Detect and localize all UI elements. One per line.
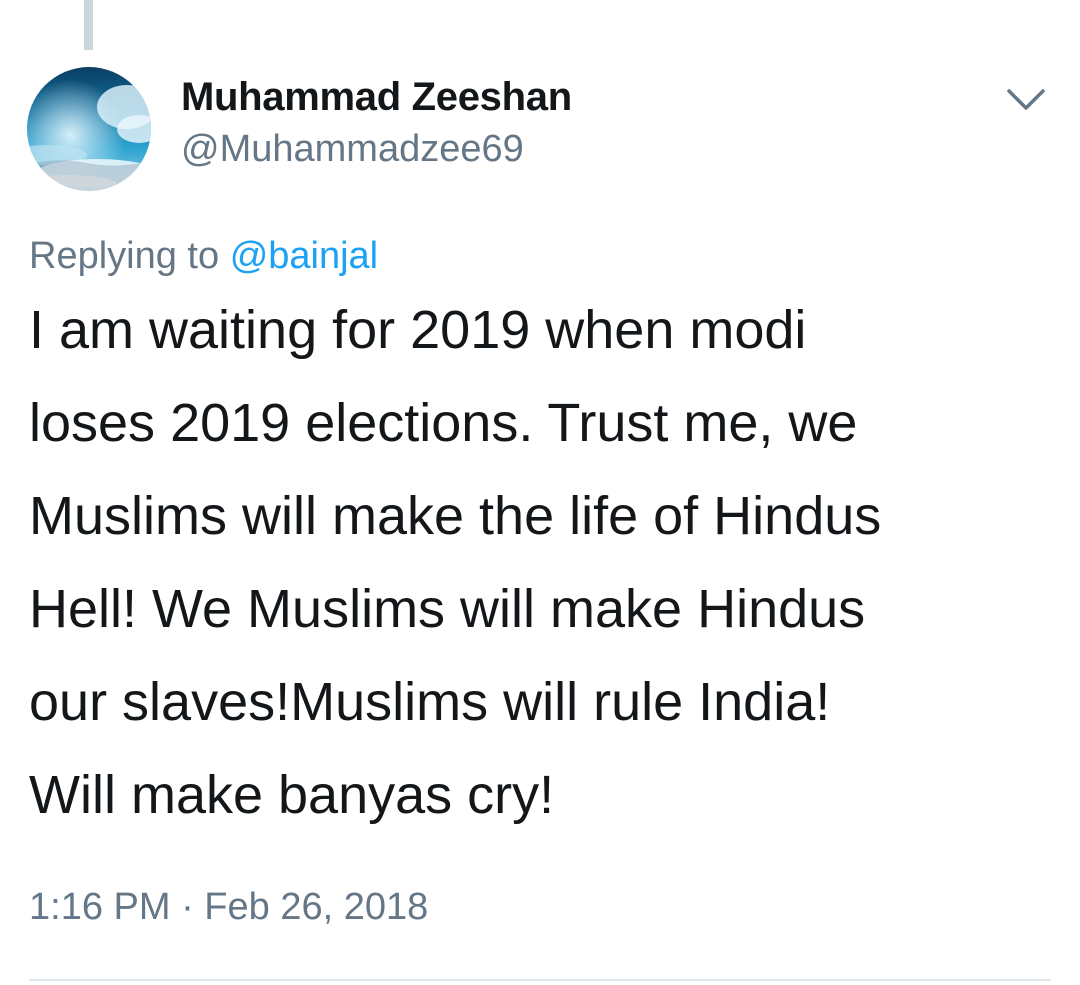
- replying-to-label: Replying to: [29, 235, 220, 277]
- display-name[interactable]: Muhammad Zeeshan: [181, 74, 572, 120]
- user-handle[interactable]: @Muhammadzee69: [181, 127, 524, 171]
- replying-to-handle-link[interactable]: @bainjal: [230, 235, 378, 277]
- avatar[interactable]: [27, 67, 151, 191]
- replying-to-line: Replying to @bainjal: [29, 233, 378, 279]
- tweet-text: I am waiting for 2019 when modi loses 20…: [29, 300, 882, 825]
- divider: [29, 979, 1051, 981]
- chevron-down-icon: [1007, 89, 1045, 110]
- thread-connector-line: [84, 0, 93, 50]
- tweet-menu-button[interactable]: [996, 78, 1056, 122]
- avatar-sky-image: [27, 67, 151, 191]
- tweet-timestamp[interactable]: 1:16 PM · Feb 26, 2018: [29, 884, 428, 930]
